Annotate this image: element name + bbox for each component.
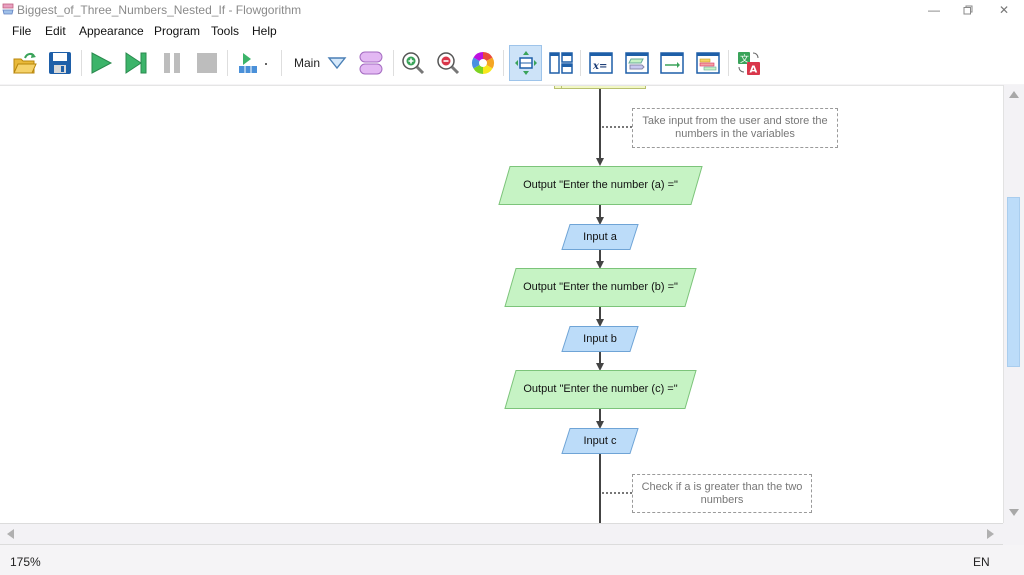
menu-help[interactable]: Help <box>252 24 277 38</box>
layout-icon <box>514 51 537 75</box>
close-icon: ✕ <box>998 3 1010 17</box>
save-disk-icon <box>49 52 71 74</box>
arrow-head <box>596 158 604 166</box>
console-button[interactable] <box>656 46 688 80</box>
flowgorithm-logo-icon <box>2 3 14 15</box>
output-text: Output "Enter the number (c) =" <box>523 383 678 395</box>
input-node[interactable]: Input c <box>561 428 639 454</box>
input-text: Input c <box>583 434 617 447</box>
function-selector-label[interactable]: Main <box>294 56 320 70</box>
run-button[interactable] <box>85 46 117 80</box>
output-node[interactable]: Output "Enter the number (b) =" <box>504 268 697 307</box>
toolbar-separator <box>393 50 394 76</box>
panels-icon <box>549 52 573 74</box>
layout-view-button[interactable] <box>509 45 542 81</box>
close-button[interactable]: ✕ <box>986 0 1022 20</box>
zoom-out-icon <box>437 52 460 75</box>
toolbar-separator <box>503 50 504 76</box>
toolbar: Main x= 文 A <box>0 42 1024 84</box>
input-node[interactable]: Input b <box>561 326 639 352</box>
chart-button[interactable] <box>692 46 724 80</box>
pause-button[interactable] <box>156 46 188 80</box>
horizontal-scrollbar[interactable] <box>0 523 1003 545</box>
menu-tools[interactable]: Tools <box>211 24 239 38</box>
toolbar-separator <box>728 50 729 76</box>
scroll-up-icon[interactable] <box>1009 91 1019 98</box>
scroll-left-icon[interactable] <box>7 529 14 539</box>
translate-button[interactable]: 文 A <box>733 46 765 80</box>
zoom-out-button[interactable] <box>432 46 464 80</box>
output-text: Output "Enter the number (b) =" <box>523 281 678 293</box>
menu-appearance[interactable]: Appearance <box>79 24 144 38</box>
scrollbar-corner <box>1003 523 1024 545</box>
comment-connector <box>602 126 632 128</box>
output-text: Output "Enter the number (a) =" <box>523 179 678 191</box>
zoom-level: 175% <box>10 555 41 569</box>
vertical-scrollbar[interactable] <box>1003 85 1024 523</box>
flowchart-canvas[interactable]: Take input from the user and store the n… <box>0 85 1003 524</box>
menu-bar: File Edit Appearance Program Tools Help <box>0 20 1024 42</box>
minimize-button[interactable]: — <box>916 0 952 20</box>
restore-button[interactable] <box>950 0 986 20</box>
svg-text:x=: x= <box>592 61 607 72</box>
stop-button[interactable] <box>191 46 223 80</box>
input-text: Input a <box>583 230 617 243</box>
menu-edit[interactable]: Edit <box>45 24 66 38</box>
scroll-right-icon[interactable] <box>987 529 994 539</box>
function-selector-button[interactable] <box>321 46 353 80</box>
source-code-button[interactable] <box>621 46 653 80</box>
flow-connector <box>599 454 601 524</box>
comment-box[interactable]: Check if a is greater than the two numbe… <box>632 474 812 513</box>
comment-connector <box>602 492 632 494</box>
vertical-scroll-thumb[interactable] <box>1007 197 1020 367</box>
comment-box[interactable]: Take input from the user and store the n… <box>632 108 838 148</box>
toolbar-separator <box>580 50 581 76</box>
minimize-icon: — <box>928 3 940 17</box>
color-scheme-button[interactable] <box>467 46 499 80</box>
output-node[interactable]: Output "Enter the number (c) =" <box>504 370 697 409</box>
step-button[interactable] <box>120 46 152 80</box>
translate-icon: 文 A <box>738 52 760 76</box>
menu-program[interactable]: Program <box>154 24 200 38</box>
color-wheel-icon <box>472 52 494 74</box>
speed-button[interactable] <box>233 46 273 80</box>
output-node[interactable]: Output "Enter the number (a) =" <box>498 166 703 205</box>
title-bar: Biggest_of_Three_Numbers_Nested_If - Flo… <box>0 0 1024 20</box>
toolbar-separator <box>227 50 228 76</box>
save-button[interactable] <box>44 46 76 80</box>
menu-file[interactable]: File <box>12 24 31 38</box>
variable-watch-icon: x= <box>589 52 613 74</box>
source-code-icon <box>625 52 649 74</box>
svg-text:A: A <box>750 65 758 76</box>
restore-icon <box>963 5 973 15</box>
input-node[interactable]: Input a <box>561 224 639 250</box>
step-icon <box>125 52 147 74</box>
open-folder-icon <box>13 52 37 74</box>
function-manager-button[interactable] <box>355 46 387 80</box>
chevron-down-icon <box>327 57 347 70</box>
function-manager-icon <box>359 51 383 75</box>
language-indicator[interactable]: EN <box>973 555 990 569</box>
chart-icon <box>696 52 720 74</box>
zoom-in-button[interactable] <box>397 46 429 80</box>
zoom-in-icon <box>402 52 425 75</box>
toolbar-separator <box>81 50 82 76</box>
variable-watch-button[interactable]: x= <box>585 46 617 80</box>
stop-icon <box>197 53 217 73</box>
scroll-down-icon[interactable] <box>1009 509 1019 516</box>
run-speed-icon <box>239 53 267 73</box>
pause-icon <box>164 53 180 73</box>
play-icon <box>91 52 113 74</box>
console-icon <box>660 52 684 74</box>
input-text: Input b <box>583 332 617 345</box>
status-bar: 175% EN <box>0 545 1024 575</box>
layout-panels-button[interactable] <box>545 46 577 80</box>
toolbar-separator <box>281 50 282 76</box>
open-button[interactable] <box>9 46 41 80</box>
flow-connector <box>599 89 601 159</box>
window-title: Biggest_of_Three_Numbers_Nested_If - Flo… <box>17 3 302 17</box>
